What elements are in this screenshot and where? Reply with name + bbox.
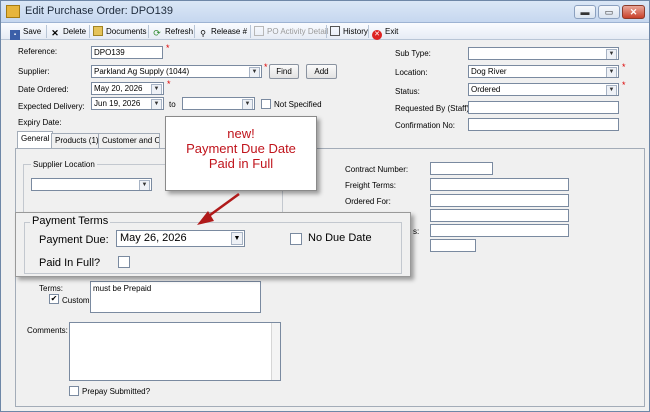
arrow-shaft <box>205 192 240 220</box>
callout-arrow <box>197 192 240 225</box>
purchase-order-window: Edit Purchase Order: DPO139 ▬ ▭ ✕ ▪ Save … <box>0 0 650 412</box>
